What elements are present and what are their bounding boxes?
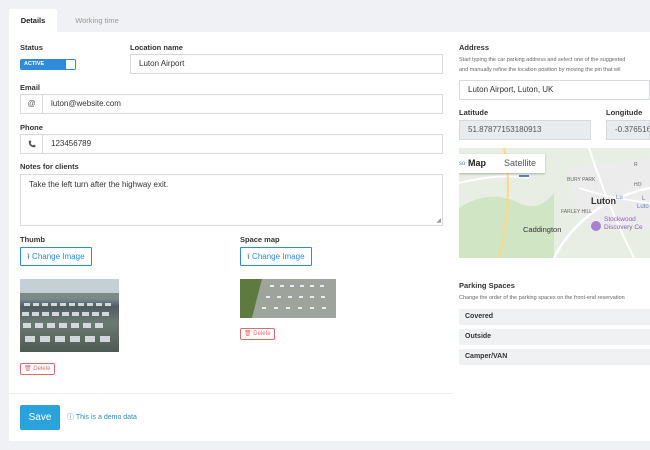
thumb-delete-button[interactable]: 🗑 Delete	[20, 363, 55, 375]
notes-label: Notes for clients	[20, 162, 79, 171]
status-label: Status	[20, 43, 43, 52]
map-label-luto: Luto	[637, 204, 649, 210]
parking-space-covered[interactable]: Covered	[459, 309, 650, 325]
map-label-stockwood-1: Stockwood	[604, 216, 636, 223]
space-map-delete-button[interactable]: 🗑 Delete	[240, 328, 275, 340]
upload-icon: ⭱	[247, 252, 250, 261]
phone-icon	[20, 134, 42, 154]
longitude-input[interactable]: -0.3765162	[606, 120, 650, 140]
upload-icon: ⭱	[27, 252, 30, 261]
map-label-farley-hill: FARLEY HILL	[561, 209, 593, 215]
space-map-change-label: Change Image	[252, 252, 305, 261]
demo-note: ⓘ This is a demo data	[67, 412, 137, 422]
parking-spaces-label: Parking Spaces	[459, 281, 515, 290]
address-input[interactable]: Luton Airport, Luton, UK	[459, 80, 650, 100]
trash-icon: 🗑	[244, 331, 252, 337]
footer-divider	[9, 393, 453, 394]
save-button[interactable]: Save	[20, 405, 60, 430]
longitude-label: Longitude	[606, 108, 643, 117]
phone-label: Phone	[20, 123, 43, 132]
tab-working-time[interactable]: Working time	[66, 9, 128, 32]
toggle-knob	[66, 60, 75, 69]
at-icon: @	[20, 94, 42, 114]
tab-bar: Details Working time	[0, 0, 650, 32]
map-tab-satellite[interactable]: Satellite	[495, 154, 545, 173]
location-name-input[interactable]: Luton Airport	[130, 54, 443, 74]
location-name-label: Location name	[130, 43, 183, 52]
thumb-delete-label: Delete	[33, 366, 51, 372]
location-map[interactable]: Map Satellite so BURY PARK R HO L Luto L…	[459, 148, 650, 258]
info-icon: ⓘ	[67, 414, 74, 421]
space-map-delete-label: Delete	[253, 331, 271, 337]
parking-space-camper-van[interactable]: Camper/VAN	[459, 349, 650, 365]
email-label: Email	[20, 83, 41, 92]
notes-text: Take the left turn after the highway exi…	[29, 180, 169, 189]
trash-icon: 🗑	[24, 366, 32, 372]
status-toggle[interactable]: ACTIVE	[20, 59, 76, 70]
space-map-label: Space map	[240, 235, 280, 244]
map-label-ho: HO	[634, 182, 642, 188]
space-map-image	[240, 279, 336, 318]
notes-textarea[interactable]: Take the left turn after the highway exi…	[20, 174, 443, 226]
map-label-caddington: Caddington	[523, 225, 562, 234]
map-type-tabs: Map Satellite	[459, 154, 546, 173]
map-label-so: so	[459, 161, 466, 167]
address-help-1: Start typing the car parking address and…	[459, 57, 626, 63]
parking-space-outside[interactable]: Outside	[459, 329, 650, 345]
thumb-change-image-button[interactable]: ⭱ Change Image	[20, 247, 92, 266]
map-label-l: L	[642, 196, 646, 202]
thumb-image	[20, 279, 119, 352]
tab-details[interactable]: Details	[9, 9, 57, 32]
email-field[interactable]: luton@website.com	[42, 94, 443, 114]
map-label-luton: Luton	[591, 196, 616, 206]
map-label-stockwood-2: Discovery Ce	[604, 224, 643, 231]
latitude-label: Latitude	[459, 108, 489, 117]
thumb-label: Thumb	[20, 235, 45, 244]
details-card: Status ACTIVE Location name Luton Airpor…	[9, 32, 650, 441]
map-label-r: R	[634, 162, 638, 168]
thumb-change-label: Change Image	[32, 252, 85, 261]
phone-field[interactable]: 123456789	[42, 134, 443, 154]
demo-note-text: This is a demo data	[75, 414, 137, 421]
map-label-lu: Lu	[616, 195, 623, 201]
parking-spaces-help: Change the order of the parking spaces o…	[459, 295, 625, 301]
space-map-change-image-button[interactable]: ⭱ Change Image	[240, 247, 312, 266]
address-label: Address	[459, 43, 490, 52]
resize-grip-icon[interactable]: ◢	[436, 218, 441, 224]
address-help-2: and manually refine the location positio…	[459, 67, 621, 73]
map-label-bury-park: BURY PARK	[567, 177, 596, 183]
status-toggle-text: ACTIVE	[24, 61, 45, 67]
latitude-input[interactable]: 51.87877153180913	[459, 120, 591, 140]
